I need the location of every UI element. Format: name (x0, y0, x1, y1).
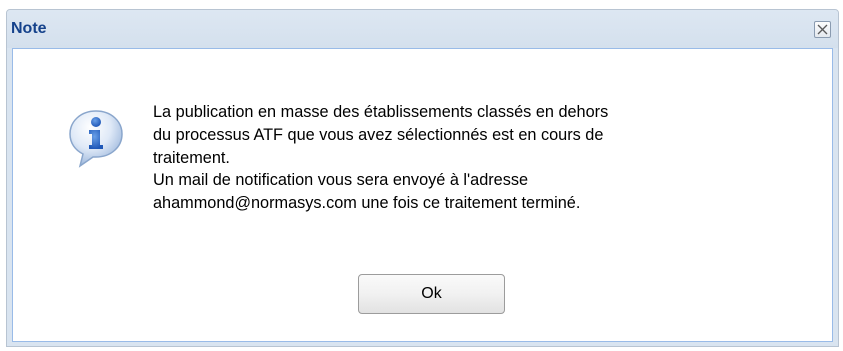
message-line: Un mail de notification vous sera envoyé… (153, 171, 529, 190)
ok-button[interactable]: Ok (358, 274, 505, 314)
close-icon (817, 24, 828, 35)
message-line: du processus ATF que vous avez sélection… (153, 125, 604, 144)
dialog-body: La publication en masse des établissemen… (12, 48, 833, 342)
dialog-title: Note (11, 20, 47, 37)
dialog-titlebar[interactable]: Note (7, 10, 838, 48)
info-icon (69, 110, 123, 168)
note-dialog: Note La publication en masse des établis… (6, 9, 839, 347)
close-button[interactable] (814, 21, 831, 38)
dialog-message: La publication en masse des établissemen… (153, 101, 813, 215)
message-line: traitement. (153, 148, 230, 167)
message-line: ahammond@normasys.com une fois ce traite… (153, 194, 581, 213)
message-line: La publication en masse des établissemen… (153, 103, 609, 121)
